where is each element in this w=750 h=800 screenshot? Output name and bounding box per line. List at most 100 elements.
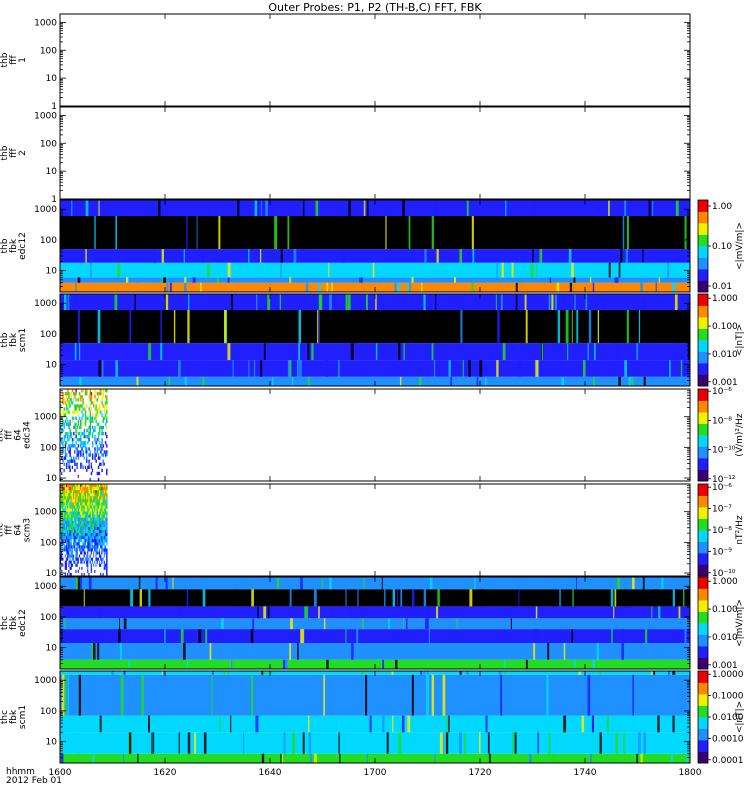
fft-cell (106, 548, 108, 552)
spectral-streak (64, 618, 66, 630)
fft-cell (80, 422, 82, 427)
spectral-streak (219, 715, 221, 733)
fft-cell (106, 536, 108, 540)
fft-cell (94, 447, 96, 451)
fft-cell (77, 419, 80, 424)
fft-cell (76, 410, 79, 414)
spectral-streak (403, 343, 405, 361)
spectral-streak (178, 732, 180, 754)
fft-cell (87, 441, 89, 445)
spectral-streak (677, 310, 680, 344)
fft-cell (80, 453, 82, 457)
spectral-streak (572, 589, 574, 607)
spectral-streak (411, 589, 415, 607)
spectral-streak (276, 577, 280, 590)
fft-cell (62, 471, 64, 476)
spectral-streak (97, 643, 100, 660)
fft-cell (88, 462, 90, 466)
spectral-streak (216, 277, 219, 283)
spectral-streak (230, 659, 233, 669)
spectral-streak (479, 360, 483, 377)
fft-cell (67, 407, 69, 411)
fft-cell (64, 456, 67, 460)
y-tick-label: 10 (46, 569, 58, 579)
fft-cell (102, 389, 105, 393)
fft-cell (84, 462, 87, 466)
spectral-streak (313, 589, 317, 607)
x-tick-label: 1740 (574, 768, 597, 778)
spectral-streak (339, 753, 341, 763)
spectral-streak (645, 629, 648, 644)
fft-cell (106, 533, 108, 537)
spectral-streak (291, 577, 295, 590)
spectral-streak (203, 732, 207, 754)
colorbar-segment (698, 507, 708, 519)
spectral-streak (311, 732, 314, 754)
time-axis: hhmm 2012 Feb 01 1600 1620 1640 1700 1720 174… (6, 767, 702, 786)
spectral-streak (237, 200, 240, 217)
spectral-streak (525, 659, 528, 669)
spectral-streak (227, 262, 231, 278)
spectral-streak (559, 589, 561, 607)
fft-cell (106, 496, 108, 500)
colorbar-tick-label: 1.00 (712, 202, 732, 212)
colorbar-tick-label: 0.0010 (712, 734, 744, 744)
spectral-streak (305, 606, 309, 619)
spectral-band (60, 360, 690, 377)
spectral-streak (351, 643, 354, 660)
colorbar-tick-label: 1.000 (712, 577, 738, 587)
spectral-streak (556, 282, 560, 292)
spectral-streak (139, 589, 142, 607)
spectral-streak (257, 606, 259, 619)
spectral-streak (468, 360, 471, 377)
spectral-streak (230, 294, 233, 311)
fft-cell (106, 526, 108, 531)
spectral-streak (563, 643, 566, 660)
fft-cell (80, 468, 82, 473)
fft-cell (75, 389, 77, 393)
fft-cell (77, 398, 80, 402)
spectral-streak (425, 674, 429, 716)
fft-cell (67, 398, 69, 402)
spectral-streak (391, 671, 394, 675)
fft-cell (62, 410, 64, 414)
spectral-streak (661, 577, 664, 590)
spectral-streak (148, 715, 150, 733)
spectral-streak (460, 310, 463, 344)
fft-cell (102, 444, 105, 448)
fft-cell (77, 462, 80, 466)
fft-cell (96, 468, 99, 473)
colorbar-segment (698, 389, 708, 401)
spectral-streak (428, 343, 431, 361)
spectral-streak (624, 589, 628, 607)
fft-cell (88, 474, 90, 479)
fft-cell (89, 410, 92, 414)
fft-cell (106, 471, 108, 476)
spectral-streak (61, 629, 63, 644)
spectral-streak (590, 753, 593, 763)
fft-cell (106, 505, 108, 509)
fft-cell (65, 404, 68, 408)
spectral-streak (184, 277, 187, 283)
spectral-streak (624, 360, 628, 377)
spectral-streak (423, 589, 427, 607)
spectral-streak (251, 674, 254, 716)
spectral-streak (79, 376, 82, 386)
spectral-streak (671, 753, 674, 763)
spectral-streak (442, 674, 446, 716)
spectral-streak (280, 262, 282, 278)
spectral-streak (497, 310, 500, 344)
fft-cell (94, 435, 96, 439)
fft-cell (100, 450, 102, 454)
spectral-streak (501, 262, 504, 278)
spectral-streak (487, 732, 490, 754)
spectral-streak (608, 262, 611, 278)
colorbar-segment (698, 611, 708, 624)
spectral-streak (394, 282, 397, 292)
spectral-streak (578, 671, 582, 675)
panel-content (60, 577, 690, 669)
fft-cell (75, 459, 77, 463)
spectral-streak (209, 643, 212, 660)
spectral-streak (342, 249, 345, 263)
colorbar-segment (698, 484, 708, 496)
